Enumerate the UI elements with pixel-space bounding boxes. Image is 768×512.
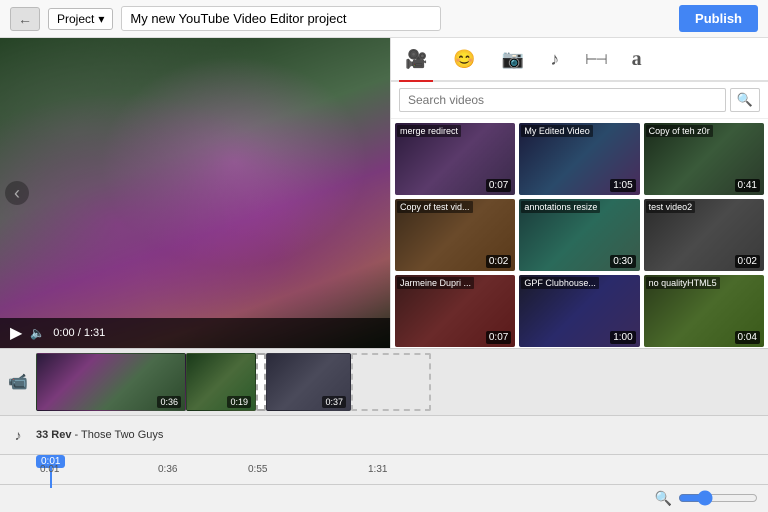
video-duration: 0:02 (735, 255, 760, 268)
video-thumb-3[interactable]: Copy of test vid... 0:02 (395, 199, 515, 271)
video-thumb-5[interactable]: test video2 0:02 (644, 199, 764, 271)
video-controls: ▶ 🔈 0:00 / 1:31 (0, 318, 390, 348)
search-button[interactable]: 🔍 (730, 88, 760, 112)
video-title: My Edited Video (521, 125, 592, 137)
ruler-mark-2: 0:55 (248, 464, 267, 475)
video-thumb-6[interactable]: Jarmeine Dupri ... 0:07 (395, 275, 515, 347)
video-thumb-2[interactable]: Copy of teh z0r 0:41 (644, 123, 764, 195)
clip-1-label: 0:36 (157, 396, 181, 408)
video-title: Copy of teh z0r (646, 125, 713, 137)
audio-label: 33 Rev - Those Two Guys (36, 429, 163, 441)
media-tabs: 🎥 😊 📷 ♪ ⊢⊣ a (391, 38, 768, 82)
video-duration: 0:41 (735, 179, 760, 192)
clip-3[interactable] (256, 353, 266, 411)
video-duration: 0:07 (486, 331, 511, 344)
publish-button[interactable]: Publish (679, 5, 758, 32)
video-track-clips: 0:36 0:19 0:37 (36, 349, 768, 415)
video-title: GPF Clubhouse... (521, 277, 599, 289)
video-track-icon: 📹 (0, 372, 36, 392)
zoom-slider[interactable] (678, 490, 758, 506)
topbar: ← Project ▾ Publish (0, 0, 768, 38)
preview-background (0, 38, 390, 348)
clip-4[interactable]: 0:37 (266, 353, 351, 411)
clip-2[interactable]: 0:19 (186, 353, 256, 411)
video-duration: 0:04 (735, 331, 760, 344)
ruler-mark-3: 1:31 (368, 464, 387, 475)
play-button[interactable]: ▶ (10, 323, 22, 343)
video-thumb-4[interactable]: annotations resize 0:30 (519, 199, 639, 271)
video-duration: 0:07 (486, 179, 511, 192)
media-panel: 🎥 😊 📷 ♪ ⊢⊣ a 🔍 merge redirect 0:07 My Ed… (390, 38, 768, 348)
search-bar: 🔍 (391, 82, 768, 119)
audio-track-icon: ♪ (0, 427, 36, 443)
timeline-area: 📹 0:36 0:19 0:37 ♪ 33 Rev - Those Two Gu… (0, 348, 768, 512)
tab-text[interactable]: a (626, 44, 648, 75)
zoom-icon: 🔍 (655, 490, 672, 507)
video-title: merge redirect (397, 125, 461, 137)
main-area: ‹ ▶ 🔈 0:00 / 1:31 🎥 😊 📷 ♪ ⊢⊣ a 🔍 (0, 38, 768, 348)
project-title-input[interactable] (121, 6, 441, 31)
video-track-row: 📹 0:36 0:19 0:37 (0, 349, 768, 416)
clip-1[interactable]: 0:36 (36, 353, 186, 411)
chevron-down-icon: ▾ (98, 12, 104, 26)
video-thumb-7[interactable]: GPF Clubhouse... 1:00 (519, 275, 639, 347)
video-duration: 1:00 (610, 331, 635, 344)
video-title: Jarmeine Dupri ... (397, 277, 474, 289)
video-thumb-8[interactable]: no qualityHTML5 0:04 (644, 275, 764, 347)
video-title: annotations resize (521, 201, 600, 213)
video-title: no qualityHTML5 (646, 277, 720, 289)
video-thumb-1[interactable]: My Edited Video 1:05 (519, 123, 639, 195)
tab-music[interactable]: ♪ (544, 45, 565, 74)
time-display: 0:00 / 1:31 (53, 327, 380, 339)
video-overlay (0, 38, 390, 348)
timeline-ruler: 0:01 0:01 0:36 0:55 1:31 (0, 455, 768, 484)
video-duration: 0:02 (486, 255, 511, 268)
clip-2-label: 0:19 (227, 396, 251, 408)
video-title: Copy of test vid... (397, 201, 473, 213)
audio-track-content: 33 Rev - Those Two Guys (36, 425, 768, 445)
back-button[interactable]: ← (10, 7, 40, 31)
video-thumb-0[interactable]: merge redirect 0:07 (395, 123, 515, 195)
video-duration: 1:05 (610, 179, 635, 192)
audio-track-row: ♪ 33 Rev - Those Two Guys (0, 416, 768, 455)
video-title: test video2 (646, 201, 696, 213)
video-duration: 0:30 (610, 255, 635, 268)
search-input[interactable] (399, 88, 726, 112)
project-label: Project (57, 12, 94, 26)
tab-emoji[interactable]: 😊 (447, 45, 481, 74)
clip-placeholder (351, 353, 431, 411)
ruler-mark-1: 0:36 (158, 464, 177, 475)
volume-button[interactable]: 🔈 (30, 326, 45, 340)
tab-transition[interactable]: ⊢⊣ (579, 47, 611, 72)
tab-video[interactable]: 🎥 (399, 45, 433, 74)
project-dropdown[interactable]: Project ▾ (48, 8, 113, 30)
preview-panel: ‹ ▶ 🔈 0:00 / 1:31 (0, 38, 390, 348)
tab-photo[interactable]: 📷 (496, 45, 530, 74)
clip-4-label: 0:37 (322, 396, 346, 408)
zoom-row: 🔍 (0, 485, 768, 512)
preview-left-nav[interactable]: ‹ (5, 181, 29, 205)
video-grid: merge redirect 0:07 My Edited Video 1:05… (391, 119, 768, 348)
ruler-mark-0: 0:01 (40, 464, 59, 475)
